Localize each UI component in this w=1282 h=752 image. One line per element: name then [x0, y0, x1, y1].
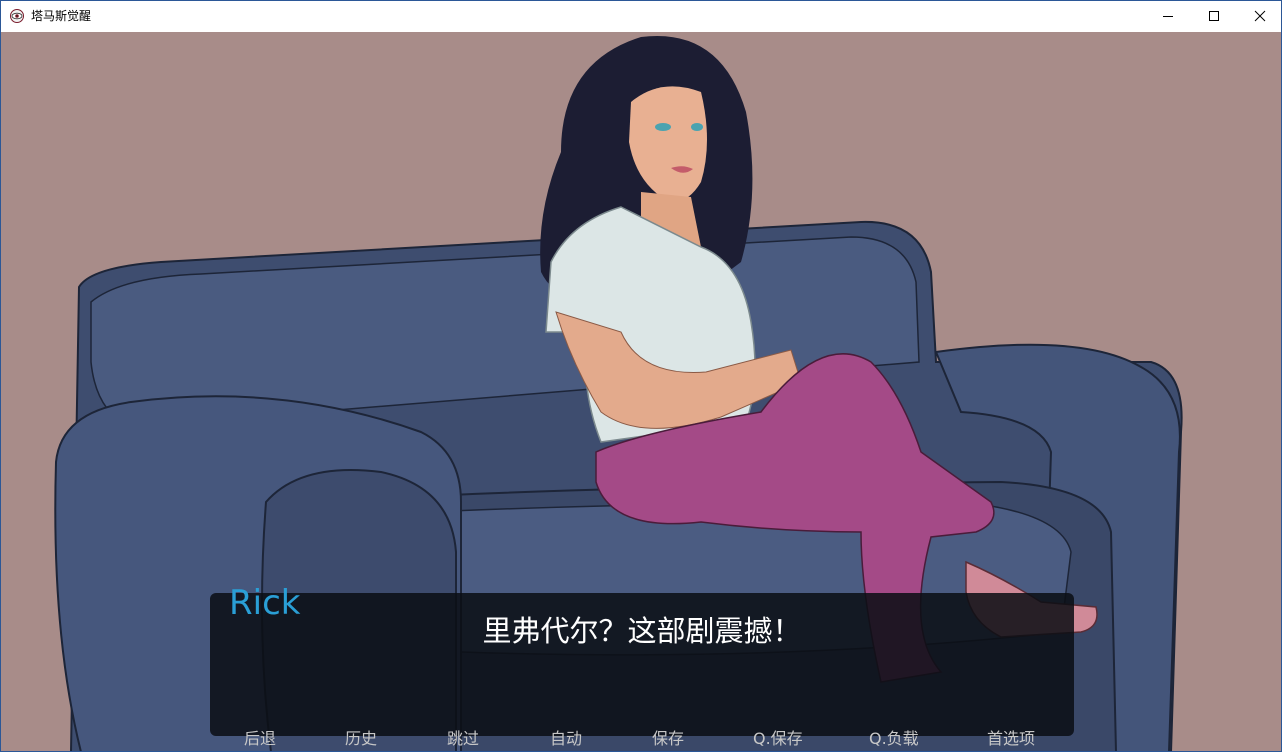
quick-menu-back[interactable]: 后退	[244, 728, 276, 750]
maximize-icon	[1209, 11, 1219, 21]
dialogue-text: 里弗代尔？这部剧震撼！	[482, 614, 802, 648]
quick-menu: 后退 历史 跳过 自动 保存 Q.保存 Q.负载 首选项	[1, 726, 1281, 751]
maximize-button[interactable]	[1191, 1, 1237, 31]
window-title: 塔马斯觉醒	[31, 9, 92, 23]
quick-menu-quick-save[interactable]: Q.保存	[753, 728, 803, 750]
quick-menu-quick-load[interactable]: Q.负载	[869, 728, 919, 750]
quick-menu-auto[interactable]: 自动	[550, 728, 582, 750]
character-eye-left	[655, 123, 671, 131]
minimize-icon	[1163, 16, 1173, 17]
minimize-button[interactable]	[1145, 1, 1191, 31]
quick-menu-preferences[interactable]: 首选项	[987, 728, 1035, 750]
character-eye-right	[691, 123, 703, 131]
title-bar[interactable]: 塔马斯觉醒	[1, 1, 1281, 32]
close-icon	[1254, 10, 1266, 22]
quick-menu-skip[interactable]: 跳过	[447, 728, 479, 750]
eye-icon	[10, 9, 24, 23]
close-button[interactable]	[1237, 1, 1281, 31]
quick-menu-save[interactable]: 保存	[652, 728, 684, 750]
game-window: 塔马斯觉醒 Rick 里弗代尔？这部剧震撼！ 后退 历史 跳过 自动 保存 Q.…	[0, 0, 1282, 752]
quick-menu-history[interactable]: 历史	[345, 728, 377, 750]
game-viewport[interactable]: Rick 里弗代尔？这部剧震撼！ 后退 历史 跳过 自动 保存 Q.保存 Q.负…	[1, 32, 1281, 751]
